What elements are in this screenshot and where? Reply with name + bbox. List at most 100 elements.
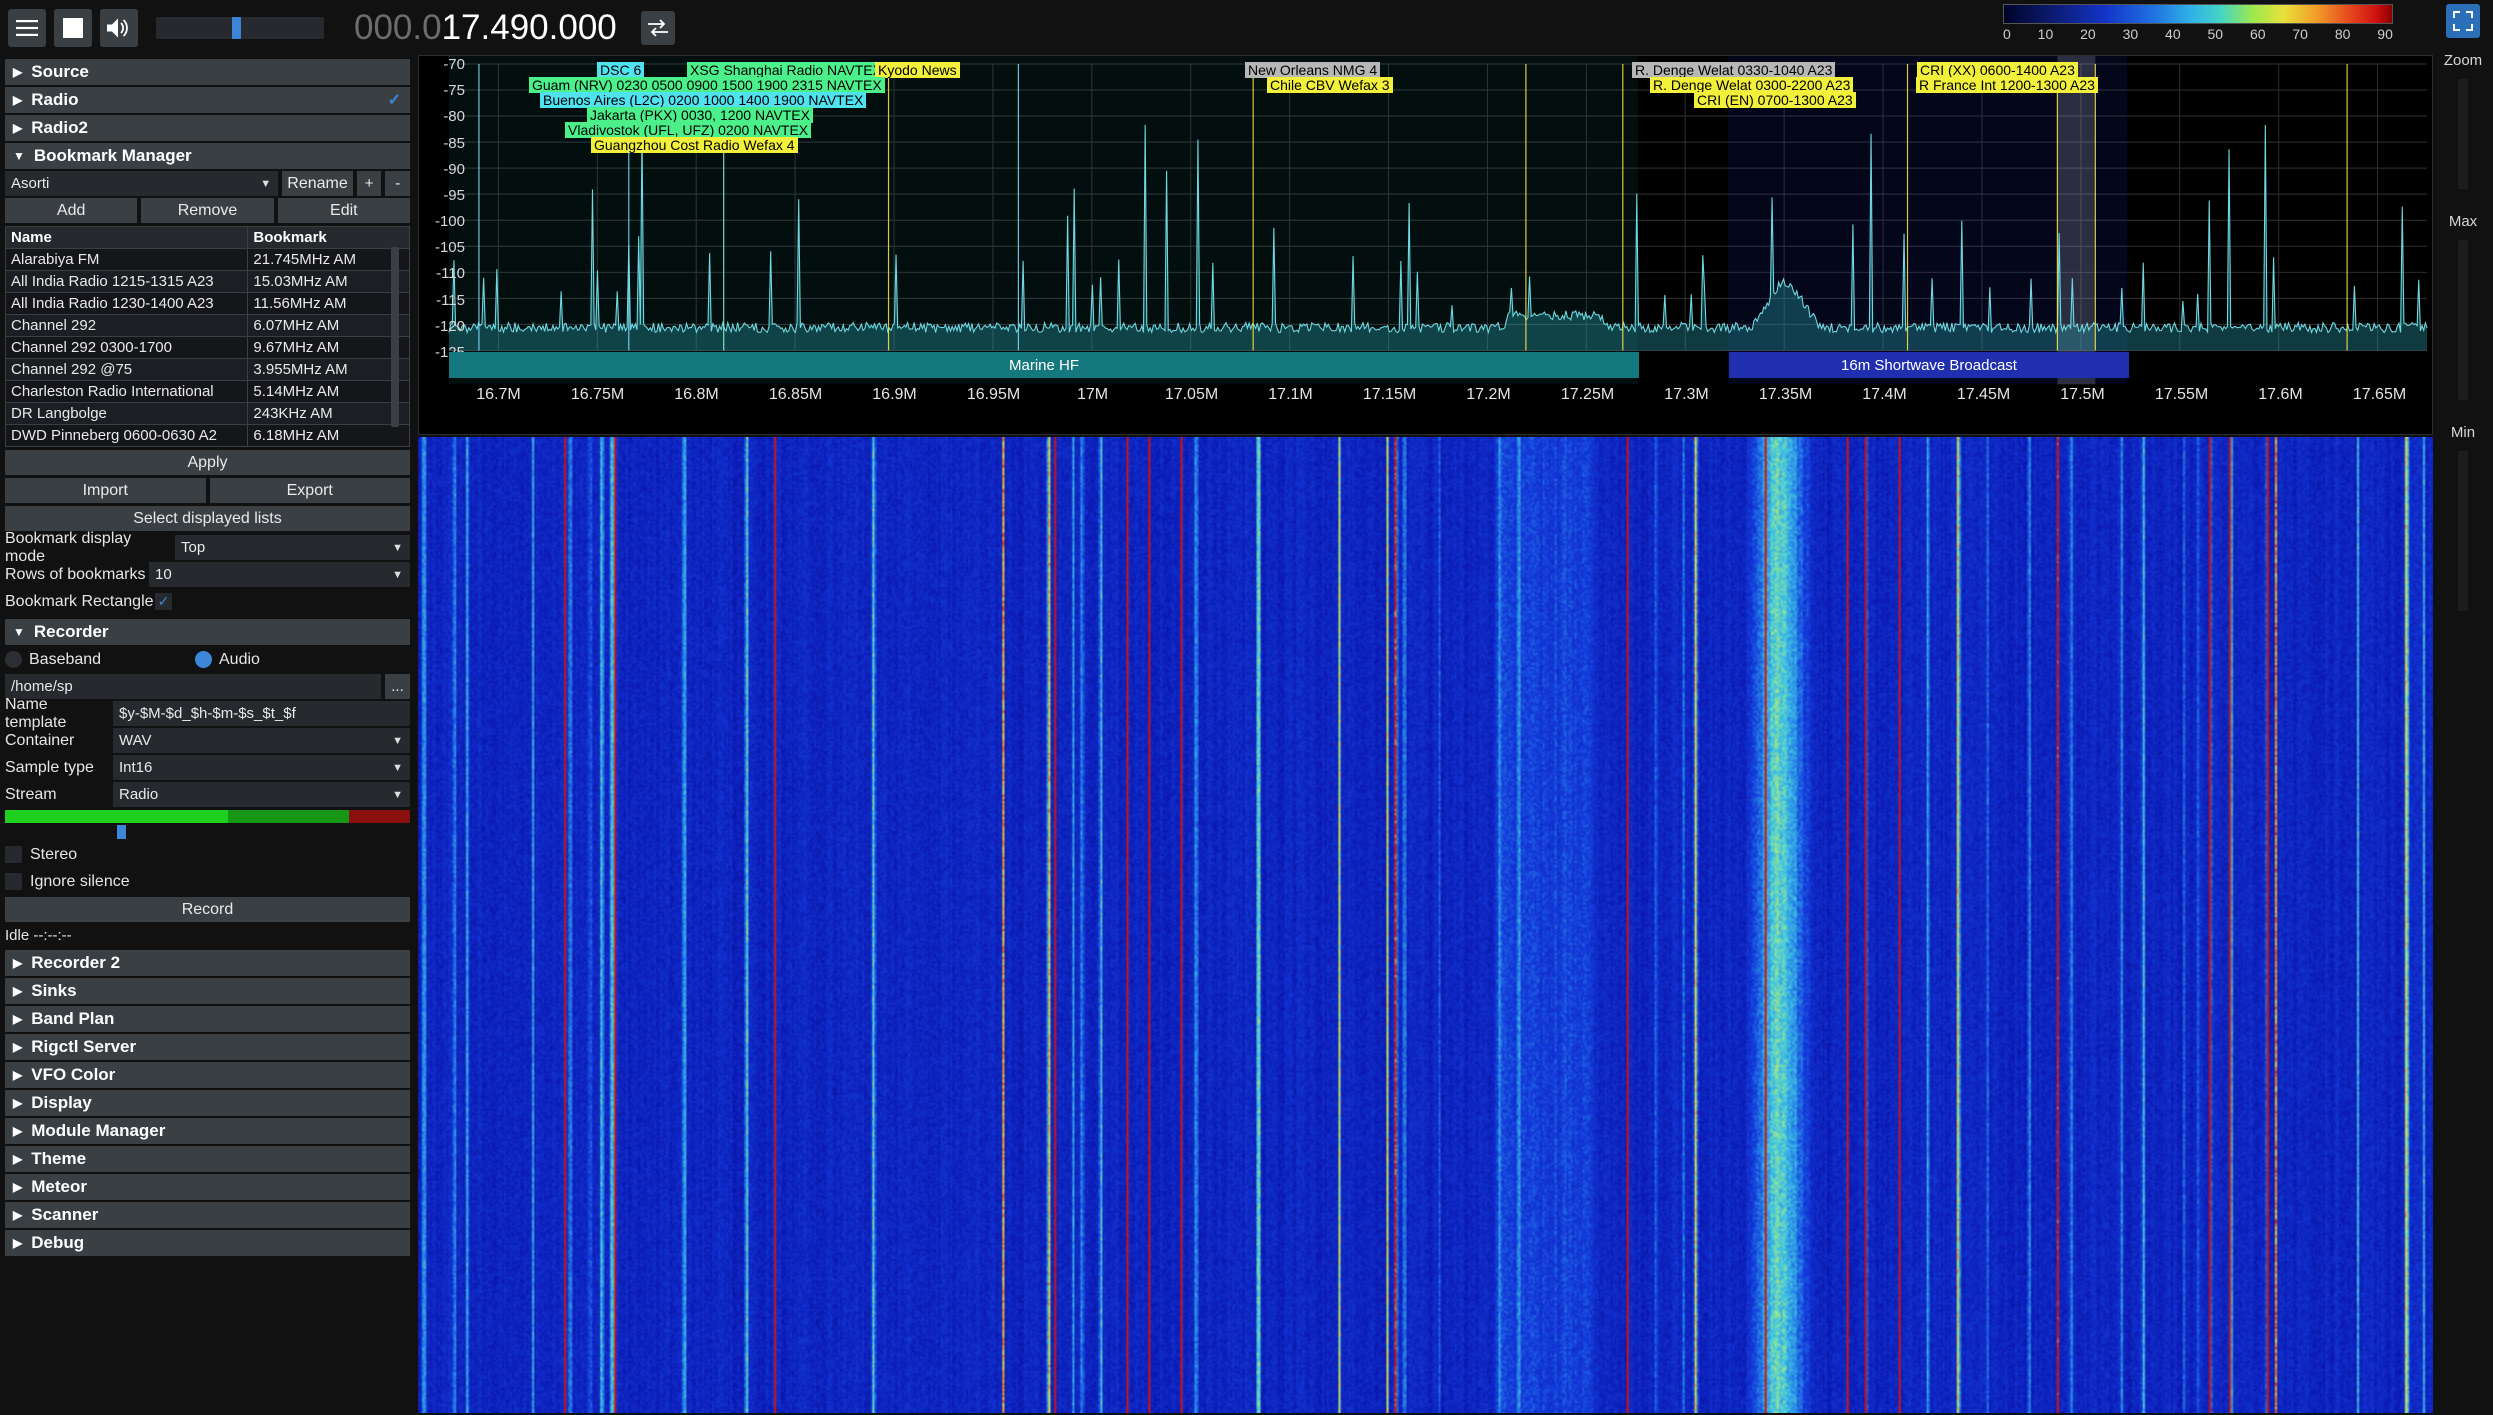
bookmark-freq-cell[interactable]: 3.955MHz AM bbox=[247, 358, 410, 381]
volume-slider-knob[interactable] bbox=[232, 16, 241, 39]
audio-radio[interactable]: Audio bbox=[195, 651, 260, 669]
spectrum-band-label[interactable]: Marine HF bbox=[449, 352, 1639, 378]
color-scale-gradient[interactable] bbox=[2003, 4, 2393, 24]
min-slider[interactable] bbox=[2458, 451, 2468, 611]
ignore-silence-checkbox[interactable] bbox=[5, 873, 22, 890]
column-header-bookmark[interactable]: Bookmark bbox=[247, 226, 410, 249]
bookmark-name-cell[interactable]: All India Radio 1230-1400 A23 bbox=[4, 292, 249, 315]
sidebar-item-scanner[interactable]: ▶ Scanner bbox=[5, 1202, 410, 1228]
bookmark-rectangle-checkbox[interactable]: ✓ bbox=[155, 593, 172, 610]
bookmark-name-cell[interactable]: DWD Pinneberg 0600-0630 A2 bbox=[4, 424, 249, 447]
bookmark-table-scrollbar[interactable] bbox=[391, 247, 399, 427]
spectrum-bookmark-label[interactable]: DSC 6 bbox=[597, 62, 645, 78]
bookmark-freq-cell[interactable]: 9.67MHz AM bbox=[247, 336, 410, 359]
table-row[interactable]: Alarabiya FM 21.745MHz AM bbox=[4, 248, 410, 271]
spectrum-bookmark-label[interactable]: R France Int 1200-1300 A23 bbox=[1916, 77, 2098, 93]
spectrum-bookmark-label[interactable]: Guangzhou Cost Radio Wefax 4 bbox=[591, 137, 798, 153]
bookmark-freq-cell[interactable]: 243KHz AM bbox=[247, 402, 410, 425]
bookmark-name-cell[interactable]: Channel 292 0300-1700 bbox=[4, 336, 249, 359]
volume-slider[interactable] bbox=[156, 16, 324, 39]
spectrum-bookmark-label[interactable]: Buenos Aires (L2C) 0200 1000 1400 1900 N… bbox=[540, 92, 867, 108]
remove-list-button[interactable]: - bbox=[385, 171, 411, 196]
edit-bookmark-button[interactable]: Edit bbox=[277, 198, 410, 223]
display-mode-combo[interactable]: Top ▼ bbox=[175, 535, 410, 560]
gain-slider-knob[interactable] bbox=[117, 825, 126, 839]
sidebar-item-display[interactable]: ▶ Display bbox=[5, 1090, 410, 1116]
table-row[interactable]: DWD Pinneberg 0600-0630 A2 6.18MHz AM bbox=[4, 424, 410, 447]
speaker-volume-icon[interactable] bbox=[100, 8, 138, 47]
spectrum-bookmark-label[interactable]: CRI (EN) 0700-1300 A23 bbox=[1694, 92, 1856, 108]
bookmark-freq-cell[interactable]: 6.07MHz AM bbox=[247, 314, 410, 337]
baseband-radio[interactable]: Baseband bbox=[5, 651, 195, 669]
spectrum-bookmark-label[interactable]: Chile CBV Wefax 3 bbox=[1267, 77, 1393, 93]
stereo-checkbox[interactable] bbox=[5, 846, 22, 863]
bookmark-freq-cell[interactable]: 11.56MHz AM bbox=[247, 292, 410, 315]
bookmark-freq-cell[interactable]: 15.03MHz AM bbox=[247, 270, 410, 293]
sidebar-item-meteor[interactable]: ▶ Meteor bbox=[5, 1174, 410, 1200]
spectrum-bookmark-label[interactable]: Jakarta (PKX) 0030, 1200 NAVTEX bbox=[587, 107, 813, 123]
sidebar-item-bookmark-manager[interactable]: ▼ Bookmark Manager bbox=[5, 143, 410, 169]
sidebar-item-vfo-color[interactable]: ▶ VFO Color bbox=[5, 1062, 410, 1088]
bookmark-name-cell[interactable]: All India Radio 1215-1315 A23 bbox=[4, 270, 249, 293]
zoom-slider[interactable] bbox=[2458, 79, 2468, 189]
gain-slider-row[interactable] bbox=[5, 825, 410, 839]
export-bookmarks-button[interactable]: Export bbox=[209, 478, 410, 503]
sidebar-item-source[interactable]: ▶ Source bbox=[5, 59, 410, 85]
spectrum-bookmark-label[interactable]: CRI (XX) 0600-1400 A23 bbox=[1917, 62, 2078, 78]
spectrum-bookmark-label[interactable]: Kyodo News bbox=[875, 62, 960, 78]
table-row[interactable]: Charleston Radio International 5.14MHz AM bbox=[4, 380, 410, 403]
apply-bookmarks-button[interactable]: Apply bbox=[5, 450, 410, 475]
remove-bookmark-button[interactable]: Remove bbox=[141, 198, 274, 223]
bookmark-list-combo[interactable]: Asorti ▼ bbox=[5, 171, 279, 196]
table-row[interactable]: Channel 292 @75 3.955MHz AM bbox=[4, 358, 410, 381]
add-bookmark-button[interactable]: Add bbox=[5, 198, 138, 223]
spectrum-bookmark-label[interactable]: R. Denge Welat 0330-1040 A23 bbox=[1632, 62, 1836, 78]
stop-square-icon[interactable] bbox=[54, 8, 92, 47]
waterfall-canvas[interactable] bbox=[418, 437, 2433, 1413]
rename-list-button[interactable]: Rename bbox=[282, 171, 353, 196]
bookmark-name-cell[interactable]: Channel 292 @75 bbox=[4, 358, 249, 381]
bookmark-name-cell[interactable]: Charleston Radio International bbox=[4, 380, 249, 403]
bookmark-freq-cell[interactable]: 5.14MHz AM bbox=[247, 380, 410, 403]
spectrum-bookmark-label[interactable]: Vladivostok (UFL, UFZ) 0200 NAVTEX bbox=[565, 122, 812, 138]
bookmark-freq-cell[interactable]: 21.745MHz AM bbox=[247, 248, 410, 271]
sidebar-item-recorder[interactable]: ▼ Recorder bbox=[5, 619, 410, 645]
spectrum-display[interactable]: -70-75-80-85-90-95-100-105-110-115-120-1… bbox=[418, 55, 2433, 435]
sidebar-item-radio[interactable]: ▶ Radio ✓ bbox=[5, 87, 410, 113]
frequency-display[interactable]: 000.017.490.000 bbox=[354, 8, 617, 48]
sidebar-item-radio2[interactable]: ▶ Radio2 bbox=[5, 115, 410, 141]
spectrum-bookmark-label[interactable]: New Orleans NMG 4 bbox=[1245, 62, 1381, 78]
stream-combo[interactable]: Radio ▼ bbox=[113, 782, 410, 807]
spectrum-bookmark-label[interactable]: XSG Shanghai Radio NAVTEX bbox=[687, 62, 885, 78]
hamburger-menu-icon[interactable] bbox=[8, 8, 46, 47]
bookmark-name-cell[interactable]: Alarabiya FM bbox=[4, 248, 249, 271]
container-combo[interactable]: WAV ▼ bbox=[113, 728, 410, 753]
waterfall-display[interactable] bbox=[418, 437, 2433, 1413]
sidebar-item-recorder-2[interactable]: ▶ Recorder 2 bbox=[5, 950, 410, 976]
spectrum-bookmark-label[interactable]: R. Denge Welat 0300-2200 A23 bbox=[1650, 77, 1854, 93]
swap-arrows-icon[interactable] bbox=[640, 10, 675, 45]
spectrum-band-label[interactable]: 16m Shortwave Broadcast bbox=[1729, 352, 2129, 378]
max-slider[interactable] bbox=[2458, 240, 2468, 400]
table-row[interactable]: All India Radio 1230-1400 A23 11.56MHz AM bbox=[4, 292, 410, 315]
column-header-name[interactable]: Name bbox=[4, 226, 249, 249]
bookmark-freq-cell[interactable]: 6.18MHz AM bbox=[247, 424, 410, 447]
bookmark-name-cell[interactable]: Channel 292 bbox=[4, 314, 249, 337]
sidebar-item-debug[interactable]: ▶ Debug bbox=[5, 1230, 410, 1256]
table-row[interactable]: DR Langbolge 243KHz AM bbox=[4, 402, 410, 425]
record-button[interactable]: Record bbox=[5, 897, 410, 922]
name-template-input[interactable]: $y-$M-$d_$h-$m-$s_$t_$f bbox=[113, 701, 410, 726]
add-list-button[interactable]: + bbox=[356, 171, 382, 196]
waterfall-color-scale[interactable]: 0 10 20 30 40 50 60 70 80 90 bbox=[2003, 4, 2393, 50]
sidebar-item-module-manager[interactable]: ▶ Module Manager bbox=[5, 1118, 410, 1144]
sidebar-item-theme[interactable]: ▶ Theme bbox=[5, 1146, 410, 1172]
zoom-fit-icon[interactable] bbox=[2446, 4, 2480, 38]
browse-path-button[interactable]: ... bbox=[385, 674, 410, 699]
table-row[interactable]: All India Radio 1215-1315 A23 15.03MHz AM bbox=[4, 270, 410, 293]
sidebar-item-band-plan[interactable]: ▶ Band Plan bbox=[5, 1006, 410, 1032]
sample-type-combo[interactable]: Int16 ▼ bbox=[113, 755, 410, 780]
bookmark-table[interactable]: Name Bookmark Alarabiya FM 21.745MHz AM Al… bbox=[4, 226, 410, 447]
import-bookmarks-button[interactable]: Import bbox=[5, 478, 206, 503]
bookmark-name-cell[interactable]: DR Langbolge bbox=[4, 402, 249, 425]
table-row[interactable]: Channel 292 6.07MHz AM bbox=[4, 314, 410, 337]
